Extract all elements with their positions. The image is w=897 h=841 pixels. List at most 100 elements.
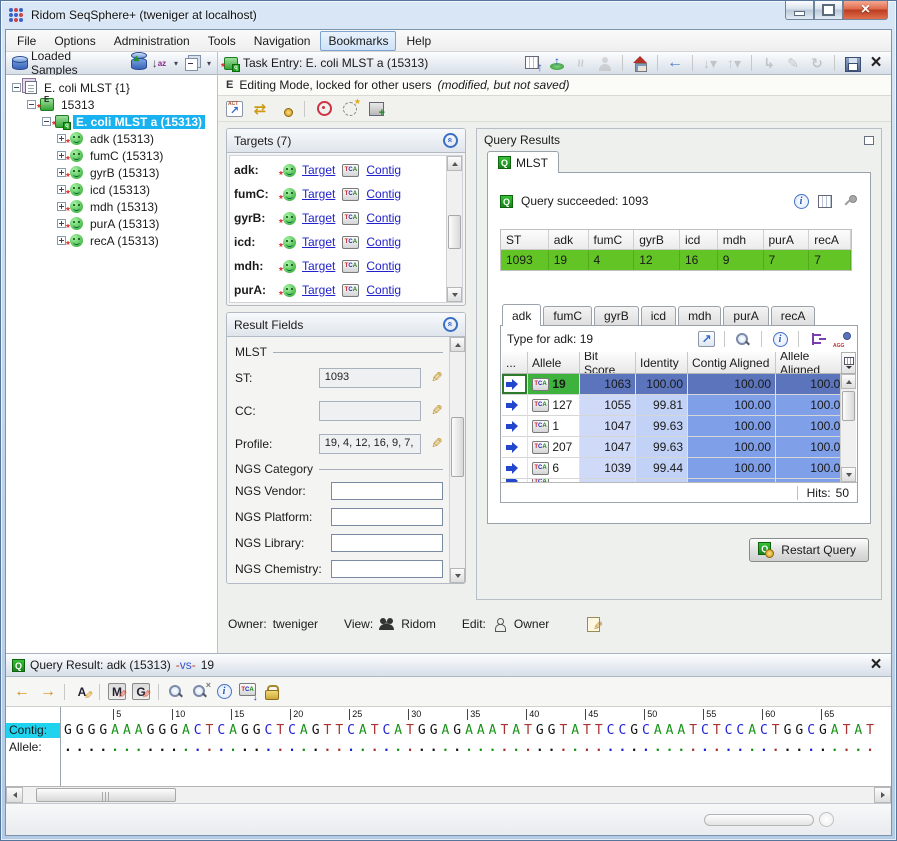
contig-link[interactable]: Contig: [366, 211, 401, 225]
submit-table-icon[interactable]: [524, 55, 542, 72]
export-icon[interactable]: [698, 331, 715, 347]
gaps-icon[interactable]: [132, 683, 150, 700]
export-act-icon[interactable]: [226, 101, 243, 117]
maximize-panel-icon[interactable]: [864, 136, 874, 145]
menu-administration[interactable]: Administration: [106, 31, 198, 51]
lock-icon[interactable]: [263, 683, 281, 700]
scroll-down-icon[interactable]: [450, 568, 465, 583]
menu-navigation[interactable]: Navigation: [246, 31, 319, 51]
expand-icon[interactable]: [57, 219, 66, 228]
st-column-header[interactable]: recA: [809, 230, 851, 250]
collapse-targets-icon[interactable]: [443, 133, 458, 148]
mutation-icon[interactable]: [108, 683, 126, 700]
save-icon[interactable]: [843, 55, 861, 72]
st-column-header[interactable]: purA: [764, 230, 810, 250]
tree-item[interactable]: *fumC (15313): [6, 147, 217, 164]
upload-samples-icon[interactable]: [131, 56, 145, 70]
expand-icon[interactable]: [57, 151, 66, 160]
contig-link[interactable]: Contig: [366, 187, 401, 201]
tca-export-icon[interactable]: TCA: [239, 683, 257, 700]
edit-pencil-icon[interactable]: ✎: [431, 369, 443, 386]
scroll-left-icon[interactable]: [6, 787, 23, 803]
target-link[interactable]: Target: [302, 187, 335, 201]
close-icon[interactable]: [867, 55, 885, 72]
allele-column-header[interactable]: Identity: [636, 352, 688, 374]
branch-icon[interactable]: [808, 331, 826, 348]
targets-scrollbar[interactable]: [446, 156, 462, 302]
scroll-up-icon[interactable]: [447, 156, 462, 171]
gene-tab-icd[interactable]: icd: [641, 306, 676, 325]
allele-row[interactable]: TCA: [502, 479, 856, 482]
annotate-icon[interactable]: [73, 683, 91, 700]
allele-scrollbar[interactable]: [840, 374, 856, 482]
back-icon[interactable]: [666, 55, 684, 72]
restart-query-button[interactable]: Q Restart Query: [749, 538, 869, 562]
collapse-icon[interactable]: [27, 100, 36, 109]
zoom-off-icon[interactable]: ×: [191, 683, 209, 700]
scroll-down-icon[interactable]: [447, 287, 462, 302]
sort-az-icon[interactable]: [150, 55, 168, 72]
gene-tab-recA[interactable]: recA: [771, 306, 816, 325]
st-column-header[interactable]: mdh: [718, 230, 764, 250]
collapse-icon[interactable]: [42, 117, 51, 126]
st-column-header[interactable]: gyrB: [634, 230, 680, 250]
allele-row[interactable]: TCA 191063100.00100.00100.00: [502, 374, 856, 395]
field-input[interactable]: [331, 534, 443, 552]
menu-options[interactable]: Options: [46, 31, 103, 51]
maximize-button[interactable]: [814, 1, 843, 20]
tree-item[interactable]: *adk (15313): [6, 130, 217, 147]
info-icon[interactable]: [771, 331, 789, 348]
home-icon[interactable]: [631, 55, 649, 72]
info-icon[interactable]: [215, 683, 233, 700]
allele-row[interactable]: TCA 207104799.63100.00100.00: [502, 437, 856, 458]
contig-link[interactable]: Contig: [366, 163, 401, 177]
allele-row[interactable]: TCA 6103999.44100.00100.00: [502, 458, 856, 479]
tree-item[interactable]: E. coli MLST {1}: [6, 79, 217, 96]
fields-scrollbar[interactable]: [449, 337, 465, 583]
gene-tab-adk[interactable]: adk: [502, 304, 541, 326]
target-link[interactable]: Target: [302, 259, 335, 273]
gene-tab-fumC[interactable]: fumC: [543, 306, 592, 325]
scroll-up-icon[interactable]: [450, 337, 465, 352]
tab-mlst[interactable]: Q MLST: [487, 151, 559, 173]
sort-caret-icon[interactable]: ▾: [174, 59, 178, 68]
edit-pencil-icon[interactable]: ✎: [431, 435, 443, 452]
zoom-icon[interactable]: [167, 683, 185, 700]
contig-link[interactable]: Contig: [366, 259, 401, 273]
column-chooser-icon[interactable]: [841, 352, 856, 374]
pin-icon[interactable]: [840, 193, 858, 210]
scroll-right-icon[interactable]: [874, 787, 891, 803]
allele-row[interactable]: TCA 127105599.81100.00100.00: [502, 395, 856, 416]
target-link[interactable]: Target: [302, 163, 335, 177]
st-column-header[interactable]: fumC: [589, 230, 635, 250]
menu-file[interactable]: File: [9, 31, 44, 51]
st-table-result-row[interactable]: 10931941216977: [501, 250, 851, 270]
close-button[interactable]: [843, 1, 888, 20]
expand-icon[interactable]: [57, 168, 66, 177]
expand-icon[interactable]: [57, 185, 66, 194]
collapse-icon[interactable]: [12, 83, 21, 92]
menu-help[interactable]: Help: [398, 31, 439, 51]
tree-item[interactable]: *gyrB (15313): [6, 164, 217, 181]
collapse-all-icon[interactable]: [183, 55, 201, 72]
tree-item[interactable]: *15313: [6, 96, 217, 113]
field-input[interactable]: [331, 508, 443, 526]
resubmit-icon[interactable]: [251, 100, 269, 117]
tree-item[interactable]: *qE. coli MLST a (15313): [6, 113, 217, 130]
st-column-header[interactable]: icd: [680, 230, 718, 250]
field-value-box[interactable]: 1093: [319, 368, 422, 388]
query-settings-icon[interactable]: [277, 101, 294, 117]
edit-notes-icon[interactable]: [585, 616, 601, 632]
menu-bookmarks[interactable]: Bookmarks: [320, 31, 396, 51]
tree-item[interactable]: *recA (15313): [6, 232, 217, 249]
gene-tab-purA[interactable]: purA: [723, 306, 768, 325]
expand-icon[interactable]: [57, 236, 66, 245]
contig-link[interactable]: Contig: [366, 283, 401, 297]
add-image-icon[interactable]: [367, 100, 385, 117]
field-input[interactable]: [331, 560, 443, 578]
allele-column-header[interactable]: Bit Score: [580, 352, 636, 374]
alignment-hscrollbar[interactable]: [6, 786, 891, 803]
expand-icon[interactable]: [57, 202, 66, 211]
tree-item[interactable]: *purA (15313): [6, 215, 217, 232]
gene-tab-gyrB[interactable]: gyrB: [594, 306, 639, 325]
